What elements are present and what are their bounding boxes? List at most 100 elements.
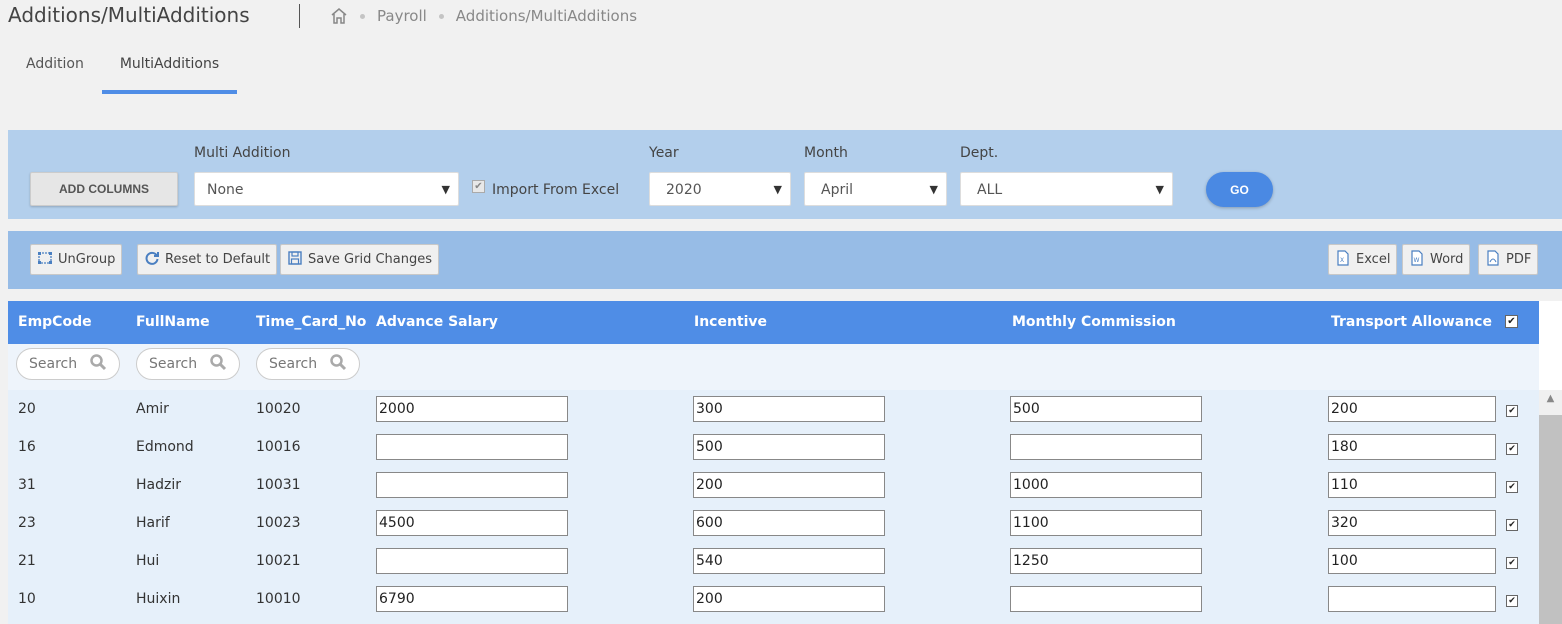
column-header-advance-salary[interactable]: Advance Salary: [376, 314, 498, 330]
grid-filter-row: Search Search Search: [8, 344, 1539, 390]
monthly-commission-input[interactable]: [1010, 396, 1202, 422]
row-select-checkbox[interactable]: ✔: [1506, 519, 1518, 531]
time-card-cell: 10010: [256, 591, 301, 607]
dept-select[interactable]: ALL ▼: [960, 172, 1173, 206]
empcode-cell: 10: [18, 591, 36, 607]
export-pdf-button[interactable]: PDF: [1478, 244, 1539, 275]
go-button[interactable]: GO: [1206, 172, 1273, 207]
column-header-transport-allowance[interactable]: Transport Allowance: [1331, 314, 1492, 330]
save-grid-changes-label: Save Grid Changes: [308, 252, 433, 267]
multi-addition-select[interactable]: None ▼: [194, 172, 459, 206]
import-excel-checkbox[interactable]: ✔: [472, 180, 485, 193]
time-card-cell: 10020: [256, 401, 301, 417]
column-header-fullname[interactable]: FullName: [136, 314, 210, 330]
select-all-checkbox[interactable]: ✔: [1505, 315, 1518, 328]
transport-allowance-input[interactable]: [1328, 396, 1496, 422]
svg-text:X: X: [1340, 257, 1344, 264]
time-card-cell: 10031: [256, 477, 301, 493]
search-icon: [89, 353, 107, 375]
reset-default-label: Reset to Default: [165, 252, 271, 267]
row-select-checkbox[interactable]: ✔: [1506, 405, 1518, 417]
incentive-input[interactable]: [693, 396, 885, 422]
save-grid-changes-button[interactable]: Save Grid Changes: [280, 244, 440, 275]
page-title: Additions/MultiAdditions: [8, 3, 250, 27]
excel-file-icon: X: [1335, 249, 1351, 270]
transport-allowance-input[interactable]: [1328, 548, 1496, 574]
word-file-icon: W: [1409, 249, 1425, 270]
ungroup-button[interactable]: UnGroup: [30, 244, 123, 275]
fullname-cell: Huixin: [136, 591, 181, 607]
monthly-commission-input[interactable]: [1010, 472, 1202, 498]
table-row: 23 Harif 10023 ✔: [8, 504, 1539, 542]
refresh-icon: [144, 250, 160, 270]
column-header-monthly-commission[interactable]: Monthly Commission: [1012, 314, 1176, 330]
time-card-cell: 10023: [256, 515, 301, 531]
ungroup-label: UnGroup: [58, 252, 116, 267]
transport-allowance-input[interactable]: [1328, 472, 1496, 498]
dept-label: Dept.: [960, 145, 999, 161]
advance-salary-input[interactable]: [376, 510, 568, 536]
reset-default-button[interactable]: Reset to Default: [137, 244, 278, 275]
title-separator: [299, 4, 300, 28]
empcode-cell: 20: [18, 401, 36, 417]
monthly-commission-input[interactable]: [1010, 510, 1202, 536]
dropdown-arrow-icon: ▼: [1155, 183, 1164, 196]
pdf-label: PDF: [1506, 252, 1532, 267]
advance-salary-input[interactable]: [376, 434, 568, 460]
incentive-input[interactable]: [693, 510, 885, 536]
month-value: April: [821, 182, 853, 198]
time-card-cell: 10021: [256, 553, 301, 569]
incentive-input[interactable]: [693, 472, 885, 498]
month-select[interactable]: April ▼: [804, 172, 947, 206]
export-excel-button[interactable]: X Excel: [1328, 244, 1398, 275]
multi-addition-value: None: [207, 182, 244, 198]
incentive-input[interactable]: [693, 586, 885, 612]
monthly-commission-input[interactable]: [1010, 586, 1202, 612]
column-header-incentive[interactable]: Incentive: [694, 314, 767, 330]
advance-salary-input[interactable]: [376, 548, 568, 574]
advance-salary-input[interactable]: [376, 472, 568, 498]
word-label: Word: [1430, 252, 1464, 267]
add-columns-button[interactable]: ADD COLUMNS: [30, 172, 178, 206]
tab-addition[interactable]: Addition: [8, 50, 102, 94]
save-icon: [287, 250, 303, 270]
export-word-button[interactable]: W Word: [1402, 244, 1471, 275]
fullname-cell: Harif: [136, 515, 170, 531]
row-select-checkbox[interactable]: ✔: [1506, 557, 1518, 569]
column-header-time-card-no[interactable]: Time_Card_No: [256, 314, 366, 330]
transport-allowance-input[interactable]: [1328, 434, 1496, 460]
row-select-checkbox[interactable]: ✔: [1506, 481, 1518, 493]
breadcrumb-payroll[interactable]: Payroll: [377, 7, 427, 25]
monthly-commission-input[interactable]: [1010, 434, 1202, 460]
advance-salary-input[interactable]: [376, 586, 568, 612]
row-select-checkbox[interactable]: ✔: [1506, 443, 1518, 455]
breadcrumb: Payroll Additions/MultiAdditions: [330, 7, 637, 25]
search-placeholder: Search: [29, 356, 78, 372]
row-select-checkbox[interactable]: ✔: [1506, 595, 1518, 607]
incentive-input[interactable]: [693, 548, 885, 574]
search-placeholder: Search: [149, 356, 198, 372]
home-icon[interactable]: [330, 7, 348, 25]
search-icon: [329, 353, 347, 375]
year-select[interactable]: 2020 ▼: [649, 172, 791, 206]
search-placeholder: Search: [269, 356, 318, 372]
incentive-input[interactable]: [693, 434, 885, 460]
search-icon: [209, 353, 227, 375]
svg-text:W: W: [1414, 257, 1420, 264]
tab-multiadditions[interactable]: MultiAdditions: [101, 50, 238, 94]
monthly-commission-input[interactable]: [1010, 548, 1202, 574]
column-header-empcode[interactable]: EmpCode: [18, 314, 92, 330]
table-row: 31 Hadzir 10031 ✔: [8, 466, 1539, 504]
empcode-search-input[interactable]: Search: [16, 348, 120, 380]
fullname-cell: Edmond: [136, 439, 194, 455]
page-header: Additions/MultiAdditions Payroll Additio…: [0, 0, 1562, 36]
tab-bar: Addition MultiAdditions: [0, 50, 238, 94]
transport-allowance-input[interactable]: [1328, 510, 1496, 536]
scrollbar-thumb[interactable]: [1539, 415, 1562, 624]
advance-salary-input[interactable]: [376, 396, 568, 422]
pdf-file-icon: [1485, 249, 1501, 270]
transport-allowance-input[interactable]: [1328, 586, 1496, 612]
time-card-search-input[interactable]: Search: [256, 348, 360, 380]
scroll-up-arrow-icon[interactable]: ▲: [1539, 393, 1562, 411]
fullname-search-input[interactable]: Search: [136, 348, 240, 380]
